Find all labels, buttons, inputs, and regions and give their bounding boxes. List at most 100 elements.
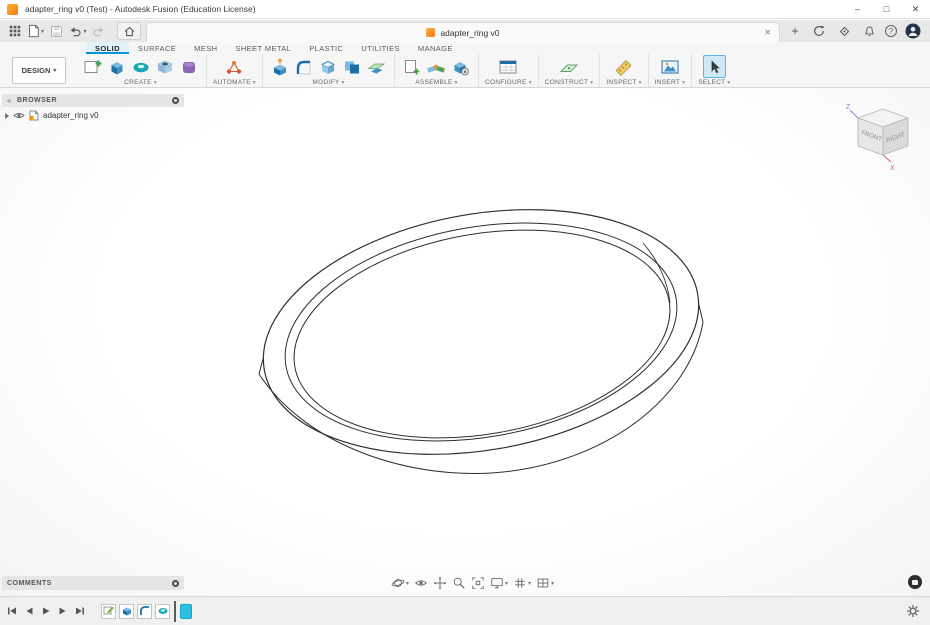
rigid-group-icon[interactable]	[449, 55, 472, 78]
timeline-position-line[interactable]	[174, 600, 176, 622]
browser-item-label[interactable]: adapter_ring v0	[43, 111, 99, 120]
file-menu-icon[interactable]	[25, 21, 46, 41]
comments-options-icon[interactable]	[172, 579, 179, 587]
timeline-playback-controls	[0, 604, 87, 618]
browser-title: BROWSER	[16, 97, 58, 104]
collapse-panel-icon[interactable]: «	[7, 96, 12, 105]
revolve-icon[interactable]	[129, 55, 152, 78]
construction-plane-icon[interactable]	[558, 55, 581, 78]
new-component-icon[interactable]	[401, 55, 424, 78]
tab-utilities[interactable]: UTILITIES	[352, 42, 409, 54]
create-form-icon[interactable]	[177, 55, 200, 78]
document-tab-label: adapter_ring v0	[440, 27, 500, 38]
configuration-table-icon[interactable]	[497, 55, 520, 78]
notifications-bell-icon[interactable]	[860, 22, 878, 40]
application-bar: adapter_ring v0 ✕ + ?	[0, 20, 930, 42]
expand-arrow-icon[interactable]	[5, 112, 9, 119]
tab-manage[interactable]: MANAGE	[409, 42, 462, 54]
panel-options-icon[interactable]	[172, 97, 179, 104]
home-icon[interactable]	[117, 22, 141, 40]
visibility-eye-icon[interactable]	[13, 111, 25, 120]
split-body-icon[interactable]	[365, 55, 388, 78]
display-settings-icon[interactable]	[489, 575, 509, 591]
pan-icon[interactable]	[432, 575, 448, 591]
group-label-configure[interactable]: CONFIGURE	[485, 79, 532, 86]
timeline-feature-icon[interactable]	[119, 603, 134, 619]
tab-close-icon[interactable]: ✕	[764, 28, 771, 37]
adapter-ring-model[interactable]	[0, 88, 930, 596]
group-label-inspect[interactable]: INSPECT	[606, 79, 641, 86]
create-sketch-icon[interactable]	[81, 55, 104, 78]
group-label-insert[interactable]: INSERT	[655, 79, 686, 86]
help-icon[interactable]: ?	[885, 25, 897, 37]
undo-icon[interactable]	[67, 21, 88, 41]
timeline-gear-icon[interactable]	[906, 604, 920, 618]
go-to-start-icon[interactable]	[5, 604, 19, 618]
zoom-icon[interactable]	[451, 575, 467, 591]
new-tab-button[interactable]: +	[785, 21, 805, 41]
job-status-icon[interactable]	[810, 22, 828, 40]
account-avatar[interactable]	[904, 22, 922, 40]
save-icon[interactable]	[46, 21, 67, 41]
fusion-window: { "window": { "title": "adapter_ring v0 …	[0, 0, 930, 625]
viewport-canvas[interactable]: « BROWSER adapter_ring v0 FRONT RIGHT Z …	[0, 88, 930, 596]
joint-icon[interactable]	[425, 55, 448, 78]
timeline-settings	[906, 604, 930, 618]
tab-plastic[interactable]: PLASTIC	[300, 42, 352, 54]
group-label-assemble[interactable]: ASSEMBLE	[415, 79, 458, 86]
ribbon-group-modify: MODIFY	[263, 54, 395, 87]
view-cube[interactable]: FRONT RIGHT Z X	[844, 100, 922, 172]
document-tab[interactable]: adapter_ring v0 ✕	[146, 22, 780, 42]
combine-icon[interactable]	[341, 55, 364, 78]
automated-modeling-icon[interactable]	[223, 55, 246, 78]
extrude-icon[interactable]	[105, 55, 128, 78]
tab-solid[interactable]: SOLID	[86, 42, 129, 54]
timeline-feature-icon[interactable]	[155, 603, 170, 619]
play-icon[interactable]	[39, 604, 53, 618]
group-label-select[interactable]: SELECT	[698, 79, 730, 86]
close-button[interactable]: ✕	[901, 0, 930, 18]
redo-icon[interactable]	[88, 21, 109, 41]
insert-canvas-icon[interactable]	[658, 55, 681, 78]
browser-root-item[interactable]: adapter_ring v0	[2, 107, 184, 124]
look-at-icon[interactable]	[413, 575, 429, 591]
window-controls: – □ ✕	[843, 0, 930, 18]
ribbon-group-inspect: INSPECT	[600, 54, 649, 87]
fillet-icon[interactable]	[293, 55, 316, 78]
ribbon-group-insert: INSERT	[649, 54, 693, 87]
hole-icon[interactable]	[153, 55, 176, 78]
timeline-position-marker[interactable]	[180, 603, 192, 619]
component-document-icon	[29, 110, 39, 121]
group-label-modify[interactable]: MODIFY	[312, 79, 344, 86]
press-pull-icon[interactable]	[269, 55, 292, 78]
workspace-selector[interactable]: DESIGN	[12, 57, 66, 84]
assistant-button[interactable]	[908, 575, 922, 589]
viewports-icon[interactable]	[535, 575, 555, 591]
maximize-button[interactable]: □	[872, 0, 901, 18]
orbit-icon[interactable]	[390, 575, 410, 591]
timeline-feature-sketch-icon[interactable]	[101, 603, 116, 619]
group-label-construct[interactable]: CONSTRUCT	[545, 79, 594, 86]
shell-icon[interactable]	[317, 55, 340, 78]
step-back-icon[interactable]	[22, 604, 36, 618]
timeline-features	[101, 600, 192, 622]
measure-icon[interactable]	[613, 55, 636, 78]
grid-and-snaps-icon[interactable]	[512, 575, 532, 591]
comments-panel[interactable]: COMMENTS	[2, 576, 184, 590]
minimize-button[interactable]: –	[843, 0, 872, 18]
extensions-icon[interactable]	[835, 22, 853, 40]
browser-header[interactable]: « BROWSER	[2, 94, 184, 107]
tab-sheet-metal[interactable]: SHEET METAL	[226, 42, 300, 54]
select-cursor-icon[interactable]	[702, 55, 726, 78]
group-label-create[interactable]: CREATE	[124, 79, 157, 86]
group-label-automate[interactable]: AUTOMATE	[213, 79, 256, 86]
tab-mesh[interactable]: MESH	[185, 42, 226, 54]
tab-surface[interactable]: SURFACE	[129, 42, 185, 54]
go-to-end-icon[interactable]	[73, 604, 87, 618]
fit-icon[interactable]	[470, 575, 486, 591]
axis-x-label: X	[890, 165, 895, 172]
step-forward-icon[interactable]	[56, 604, 70, 618]
app-grid-icon[interactable]	[4, 21, 25, 41]
timeline-feature-icon[interactable]	[137, 603, 152, 619]
browser-panel: « BROWSER adapter_ring v0	[2, 94, 184, 124]
